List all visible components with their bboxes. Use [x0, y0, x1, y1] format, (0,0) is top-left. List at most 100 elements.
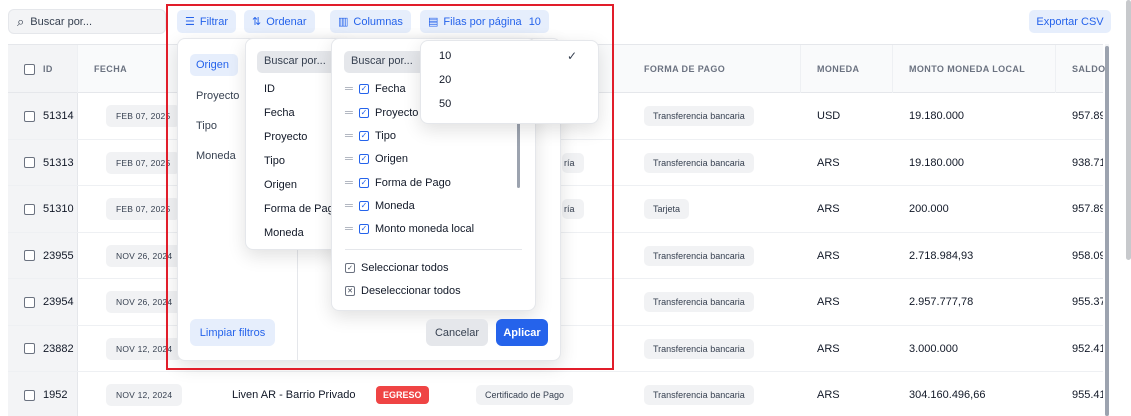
check-icon: ✓: [567, 49, 578, 63]
columns-icon: ▥: [338, 16, 349, 28]
checkbox-checked-icon[interactable]: ✓: [359, 131, 369, 141]
row-origen: Certificado de Pago: [476, 372, 574, 416]
rows-icon: ▤: [428, 16, 439, 28]
sort-button[interactable]: ⇅ Ordenar: [244, 10, 315, 33]
drag-handle-icon[interactable]: ═: [345, 177, 359, 189]
select-all-checkbox[interactable]: [24, 63, 35, 75]
select-all-columns[interactable]: ✓ Seleccionar todos: [345, 262, 448, 274]
search-input[interactable]: [30, 15, 149, 28]
clear-filters-button[interactable]: Limpiar filtros: [190, 319, 275, 346]
row-checkbox[interactable]: [24, 110, 35, 122]
apply-button[interactable]: Aplicar: [496, 319, 548, 346]
checkbox-checked-icon[interactable]: ✓: [359, 178, 369, 188]
row-moneda: ARS: [817, 296, 840, 308]
row-forma: Transferencia bancaria: [644, 93, 754, 139]
filter-category-moneda[interactable]: Moneda: [196, 150, 236, 162]
row-checkbox[interactable]: [24, 389, 35, 401]
header-monto[interactable]: MONTO MONEDA LOCAL: [893, 45, 1056, 93]
column-label: Tipo: [375, 130, 396, 142]
deselect-all-columns[interactable]: ✕ Deseleccionar todos: [345, 285, 461, 297]
checkbox-checked-icon[interactable]: ✓: [359, 224, 369, 234]
header-moneda[interactable]: MONEDA: [801, 45, 893, 93]
checkbox-checked-icon[interactable]: ✓: [359, 201, 369, 211]
row-monto: 2.718.984,93: [909, 249, 974, 262]
row-id: 23882: [24, 326, 74, 372]
table-scroll-thumb[interactable]: [1105, 46, 1109, 416]
filter-category-proyecto[interactable]: Proyecto: [196, 90, 239, 102]
filter-category-origen[interactable]: Origen: [190, 54, 238, 76]
date-chip: FEB 07, 2025: [106, 105, 181, 127]
page-scrollbar[interactable]: [1126, 0, 1131, 260]
date-chip: NOV 12, 2024: [106, 384, 183, 406]
column-toggle-forma-pago[interactable]: ═ ✓ Forma de Pago: [345, 177, 451, 189]
date-chip: NOV 12, 2024: [106, 337, 183, 360]
checkbox-checked-icon[interactable]: ✓: [359, 154, 369, 164]
origen-chip: ría: [562, 199, 584, 219]
table-row[interactable]: 1952 NOV 12, 2024 Liven AR - Barrio Priv…: [8, 372, 1103, 416]
column-toggle-monto-local[interactable]: ═ ✓ Monto moneda local: [345, 223, 474, 235]
columns-button[interactable]: ▥ Columnas: [330, 10, 411, 33]
drag-handle-icon[interactable]: ═: [345, 130, 359, 142]
column-toggle-origen[interactable]: ═ ✓ Origen: [345, 153, 408, 165]
header-fecha-label: FECHA: [94, 64, 127, 74]
rows-per-page-value: 10: [528, 15, 541, 28]
row-checkbox[interactable]: [24, 157, 35, 168]
filter-button-label: Filtrar: [199, 15, 228, 28]
header-saldo-label: SALDO: [1072, 64, 1106, 74]
rows-per-page-button[interactable]: ▤ Filas por página 10: [420, 10, 549, 33]
forma-chip: Transferencia bancaria: [644, 152, 754, 173]
column-label: Forma de Pago: [375, 177, 451, 189]
row-fecha: NOV 12, 2024: [106, 372, 183, 416]
row-checkbox[interactable]: [24, 343, 35, 354]
checkbox-checked-icon[interactable]: ✓: [359, 108, 369, 118]
select-all-icon: ✓: [345, 263, 355, 273]
row-checkbox[interactable]: [24, 203, 35, 215]
row-id-text: 51310: [43, 203, 74, 215]
checkbox-checked-icon[interactable]: ✓: [359, 84, 369, 94]
row-saldo: 955.37: [1072, 296, 1103, 308]
drag-handle-icon[interactable]: ═: [345, 83, 359, 95]
column-toggle-fecha[interactable]: ═ ✓ Fecha: [345, 83, 406, 95]
header-forma-pago[interactable]: FORMA DE PAGO: [628, 45, 801, 93]
export-csv-button[interactable]: Exportar CSV: [1029, 10, 1111, 33]
cancel-button[interactable]: Cancelar: [426, 319, 488, 346]
sort-option-forma-pago[interactable]: Forma de Pago: [264, 203, 334, 215]
header-fecha[interactable]: FECHA: [78, 45, 178, 93]
filter-button[interactable]: ☰ Filtrar: [177, 10, 236, 33]
column-toggle-tipo[interactable]: ═ ✓ Tipo: [345, 130, 396, 142]
row-saldo: 958.09: [1072, 249, 1103, 262]
columns-button-label: Columnas: [353, 15, 403, 28]
row-id-text: 51314: [43, 110, 74, 122]
header-id-label: ID: [43, 64, 53, 74]
drag-handle-icon[interactable]: ═: [345, 200, 359, 212]
row-checkbox[interactable]: [24, 296, 35, 308]
row-moneda: ARS: [817, 389, 840, 401]
row-forma: Transferencia bancaria: [644, 140, 754, 186]
tipo-badge: EGRESO: [376, 386, 429, 404]
row-tipo: EGRESO: [376, 372, 429, 416]
column-toggle-proyecto[interactable]: ═ ✓ Proyecto: [345, 107, 418, 119]
drag-handle-icon[interactable]: ═: [345, 153, 359, 165]
header-id[interactable]: ID: [8, 45, 78, 93]
row-moneda: ARS: [817, 249, 840, 262]
date-chip: FEB 07, 2025: [106, 151, 181, 174]
column-toggle-moneda[interactable]: ═ ✓ Moneda: [345, 200, 415, 212]
filter-category-tipo[interactable]: Tipo: [196, 120, 217, 132]
header-forma-pago-label: FORMA DE PAGO: [644, 64, 726, 74]
sort-button-label: Ordenar: [266, 15, 307, 28]
rows-option-20[interactable]: 20: [439, 74, 451, 86]
drag-handle-icon[interactable]: ═: [345, 223, 359, 235]
date-chip: NOV 26, 2024: [106, 291, 183, 313]
row-origen-partial: ría: [562, 186, 584, 232]
row-checkbox[interactable]: [24, 250, 35, 261]
date-chip: NOV 26, 2024: [106, 244, 183, 267]
row-forma: Transferencia bancaria: [644, 326, 754, 372]
header-saldo[interactable]: SALDO: [1056, 45, 1106, 93]
forma-chip: Transferencia bancaria: [644, 106, 754, 126]
rows-option-50[interactable]: 50: [439, 98, 451, 110]
column-label: Origen: [375, 153, 409, 165]
columns-separator: [345, 249, 522, 250]
rows-option-10[interactable]: 10: [439, 50, 451, 62]
drag-handle-icon[interactable]: ═: [345, 107, 359, 119]
table-search[interactable]: ⌕: [8, 9, 166, 34]
